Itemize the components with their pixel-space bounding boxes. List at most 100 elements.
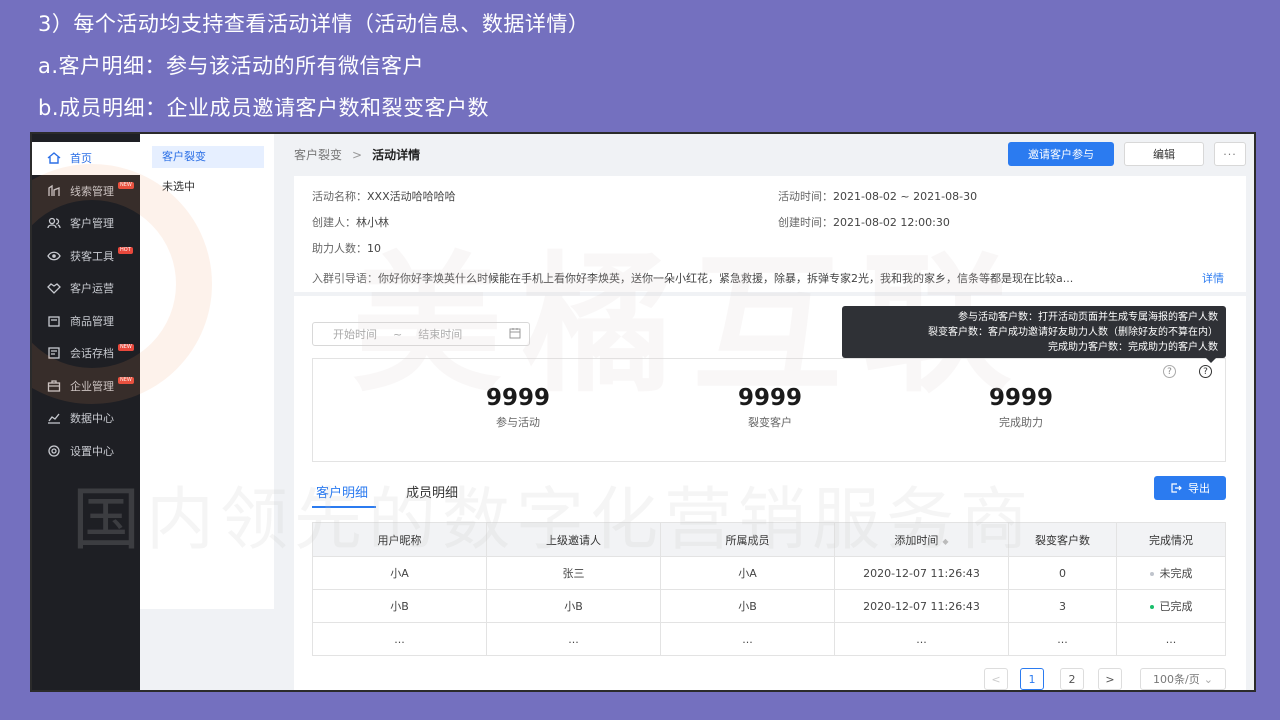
slide-caption-2: a.客户明细：参与该活动的所有微信客户 bbox=[38, 54, 425, 78]
breadcrumb: 客户裂变 > 活动详情 bbox=[294, 146, 420, 163]
page-size-select[interactable]: 100条/页 ⌄ bbox=[1140, 668, 1226, 690]
sidebar-item-acquisition[interactable]: 获客工具 HOT bbox=[32, 240, 140, 273]
table-cell: 小A bbox=[660, 556, 835, 590]
activity-name-field: 活动名称：XXX活动哈哈哈哈 bbox=[312, 190, 456, 203]
sidebar-item-label: 客户运营 bbox=[70, 282, 114, 296]
edit-button[interactable]: 编辑 bbox=[1124, 142, 1204, 166]
table-cell: ... bbox=[660, 622, 835, 656]
page-2-button[interactable]: 2 bbox=[1060, 668, 1084, 690]
next-page-button[interactable]: > bbox=[1098, 668, 1122, 690]
status-dot-icon bbox=[1149, 605, 1154, 609]
subnav-item-unselected[interactable]: 未选中 bbox=[152, 176, 264, 198]
tab-member-details[interactable]: 成员明细 bbox=[406, 482, 458, 501]
table-cell: ... bbox=[312, 622, 487, 656]
table-cell: 小A bbox=[312, 556, 487, 590]
sidebar-item-label: 商品管理 bbox=[70, 314, 114, 328]
col-status: 完成情况 bbox=[1116, 522, 1226, 557]
export-button[interactable]: 导出 bbox=[1154, 476, 1226, 500]
created-time-field: 创建时间：2021-08-02 12:00:30 bbox=[778, 216, 950, 229]
invite-customer-button[interactable]: 邀请客户参与 bbox=[1008, 142, 1114, 166]
help-icon[interactable]: ? bbox=[1163, 365, 1176, 378]
data-panel: 开始时间 ~ 结束时间 参与活动客户数：打开活动页面并生成专属海报的客户人数 裂… bbox=[294, 296, 1246, 690]
sidebar-item-enterprise[interactable]: 企业管理 NEW bbox=[32, 370, 140, 403]
stat-completed-help: 9999 完成助力 bbox=[988, 385, 1053, 429]
more-button[interactable]: ··· bbox=[1214, 142, 1246, 166]
sidebar-item-products[interactable]: 商品管理 bbox=[32, 305, 140, 338]
calendar-icon bbox=[509, 327, 521, 342]
prev-page-button[interactable]: < bbox=[984, 668, 1008, 690]
stats-box: ? ? 9999 参与活动 9999 裂变客户 9999 完成助力 bbox=[312, 358, 1226, 462]
end-date-placeholder[interactable]: 结束时间 bbox=[418, 326, 462, 342]
sidebar-item-label: 线索管理 bbox=[70, 184, 114, 198]
main-content: 客户裂变 > 活动详情 邀请客户参与 编辑 ··· 活动名称：XXX活动哈哈哈哈 活… bbox=[294, 134, 1254, 690]
sort-icon: ◆ bbox=[942, 536, 949, 546]
handshake-icon bbox=[46, 281, 62, 295]
sidebar-item-leads[interactable]: 线索管理 NEW bbox=[32, 175, 140, 208]
page-1-button[interactable]: 1 bbox=[1020, 668, 1044, 690]
subnav-item-customer-fission[interactable]: 客户裂变 bbox=[152, 146, 264, 168]
app-screenshot: 首页 线索管理 NEW 客户管理 获客工具 HOT 客户运营 商品管理 会话存档… bbox=[30, 132, 1256, 692]
table-cell: 2020-12-07 11:26:43 bbox=[834, 589, 1009, 623]
table-cell: ... bbox=[1008, 622, 1117, 656]
eye-icon bbox=[46, 249, 62, 263]
hot-badge: HOT bbox=[118, 246, 133, 254]
active-tab-indicator bbox=[312, 506, 376, 508]
sidebar-item-data-center[interactable]: 数据中心 bbox=[32, 402, 140, 435]
sidebar-item-settings[interactable]: 设置中心 bbox=[32, 435, 140, 468]
settings-icon bbox=[46, 444, 62, 458]
stat-participants: 9999 参与活动 bbox=[485, 385, 550, 429]
status-dot-icon bbox=[1149, 572, 1154, 576]
start-date-placeholder[interactable]: 开始时间 bbox=[333, 326, 377, 342]
table-cell: 3 bbox=[1008, 589, 1117, 623]
product-icon bbox=[46, 314, 62, 328]
status-cell: 未完成 bbox=[1116, 556, 1226, 590]
table-cell: 0 bbox=[1008, 556, 1117, 590]
new-badge: NEW bbox=[118, 344, 134, 351]
sidebar-item-label: 设置中心 bbox=[70, 444, 114, 458]
sidebar-item-label: 会话存档 bbox=[70, 347, 114, 361]
sidebar-item-home[interactable]: 首页 bbox=[32, 142, 140, 175]
sidebar-item-operations[interactable]: 客户运营 bbox=[32, 272, 140, 305]
stat-fission-customers: 9999 裂变客户 bbox=[737, 385, 802, 429]
sidebar-item-label: 数据中心 bbox=[70, 412, 114, 426]
breadcrumb-separator: > bbox=[352, 148, 363, 162]
new-badge: NEW bbox=[118, 376, 134, 384]
tab-customer-details[interactable]: 客户明细 bbox=[316, 482, 368, 501]
sidebar-item-label: 获客工具 bbox=[70, 249, 114, 263]
briefcase-icon bbox=[46, 379, 62, 393]
date-range-picker[interactable]: 开始时间 ~ 结束时间 bbox=[312, 322, 530, 346]
sidebar-item-customers[interactable]: 客户管理 bbox=[32, 207, 140, 240]
col-inviter: 上级邀请人 bbox=[486, 522, 661, 557]
sidebar-item-label: 客户管理 bbox=[70, 217, 114, 231]
customer-table: 用户昵称 上级邀请人 所属成员 添加时间 ◆ 裂变客户数 完成情况 小A 张三 小… bbox=[312, 522, 1226, 656]
status-cell: 已完成 bbox=[1116, 589, 1226, 623]
table-row: ... ... ... ... ... ... bbox=[312, 622, 1226, 656]
table-cell: 张三 bbox=[486, 556, 661, 590]
slide-caption-3: b.成员明细：企业成员邀请客户数和裂变客户数 bbox=[38, 96, 490, 120]
metrics-tooltip: 参与活动客户数：打开活动页面并生成专属海报的客户人数 裂变客户数：客户成功邀请好… bbox=[842, 306, 1226, 363]
page-title: 活动详情 bbox=[372, 148, 421, 162]
table-row: 小B 小B 小B 2020-12-07 11:26:43 3 已完成 bbox=[312, 589, 1226, 623]
sidebar: 首页 线索管理 NEW 客户管理 获客工具 HOT 客户运营 商品管理 会话存档… bbox=[32, 134, 140, 690]
table-cell: 小B bbox=[486, 589, 661, 623]
table-header-row: 用户昵称 上级邀请人 所属成员 添加时间 ◆ 裂变客户数 完成情况 bbox=[312, 522, 1226, 557]
col-member: 所属成员 bbox=[660, 522, 835, 557]
table-cell: 2020-12-07 11:26:43 bbox=[834, 556, 1009, 590]
breadcrumb-parent[interactable]: 客户裂变 bbox=[294, 148, 342, 162]
table-cell: 小B bbox=[312, 589, 487, 623]
activity-info-card: 活动名称：XXX活动哈哈哈哈 活动时间：2021-08-02 ~ 2021-08… bbox=[294, 176, 1246, 292]
leads-icon bbox=[46, 184, 62, 198]
chat-archive-icon bbox=[46, 346, 62, 360]
table-cell: ... bbox=[1116, 622, 1226, 656]
range-separator: ~ bbox=[393, 327, 403, 341]
activity-time-field: 活动时间：2021-08-02 ~ 2021-08-30 bbox=[778, 190, 978, 203]
col-added-time[interactable]: 添加时间 ◆ bbox=[834, 522, 1009, 557]
sidebar-item-chat-archive[interactable]: 会话存档 NEW bbox=[32, 337, 140, 370]
table-cell: ... bbox=[834, 622, 1009, 656]
new-badge: NEW bbox=[118, 181, 134, 189]
detail-link[interactable]: 详情 bbox=[1202, 270, 1224, 286]
help-icon-active[interactable]: ? bbox=[1199, 365, 1212, 378]
users-icon bbox=[46, 216, 62, 230]
home-icon bbox=[46, 151, 62, 165]
export-icon bbox=[1171, 483, 1182, 493]
